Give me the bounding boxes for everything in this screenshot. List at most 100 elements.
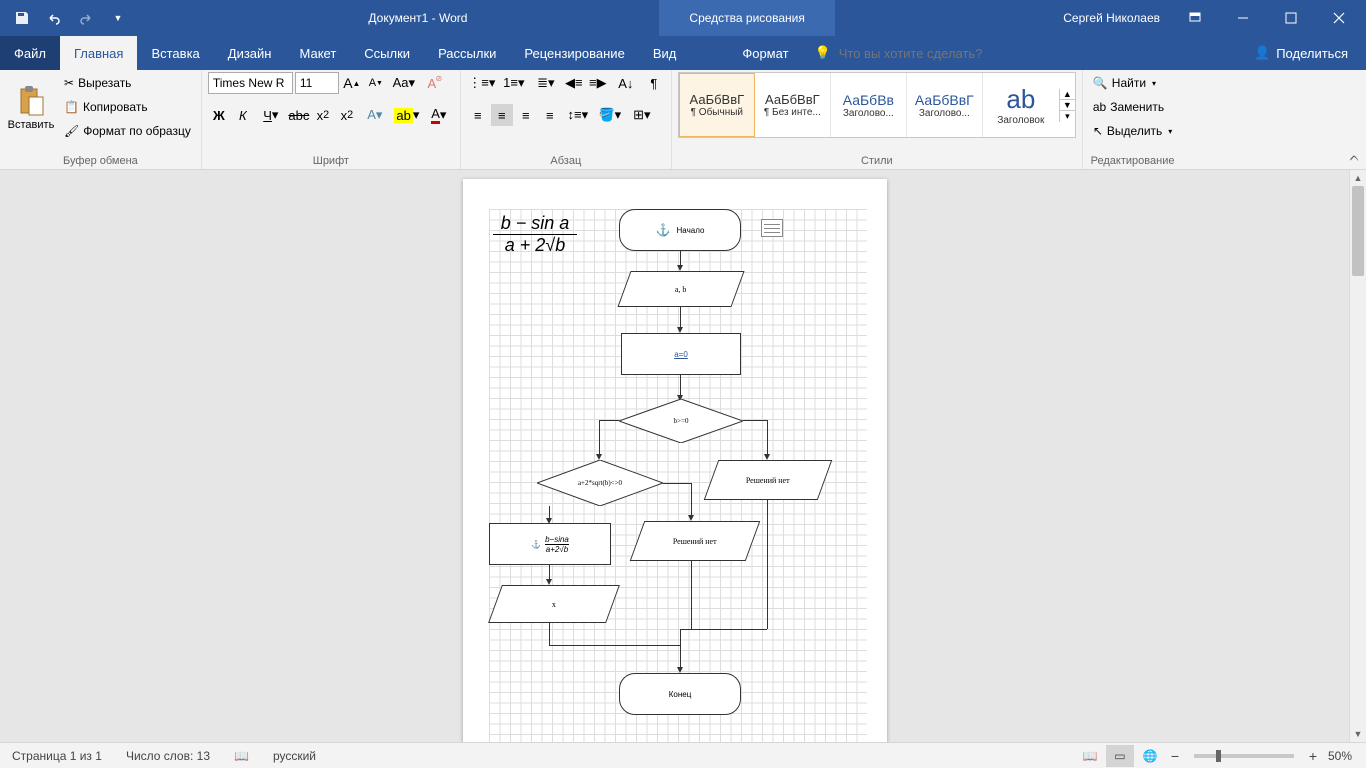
font-name-input[interactable] (208, 72, 293, 94)
align-left-button[interactable]: ≡ (467, 104, 489, 126)
group-font: A▲ A▼ Aa▾ A⊘ Ж К Ч▾ abc x2 x2 A▾ ab▾ A▾ … (202, 70, 461, 169)
ribbon-home: Вставить ✂Вырезать 📋Копировать 🖌Формат п… (0, 70, 1366, 170)
gallery-down[interactable]: ▼ (1060, 100, 1075, 111)
zoom-in-button[interactable]: + (1304, 748, 1322, 764)
collapse-ribbon-button[interactable]: ᨈ (1350, 150, 1360, 165)
line-spacing-button[interactable]: ↕≡▾ (563, 104, 593, 126)
increase-indent-button[interactable]: ≡▶ (587, 72, 609, 94)
borders-button[interactable]: ⊞▾ (627, 104, 657, 126)
spellcheck-button[interactable]: 📖 (222, 749, 261, 763)
font-color-button[interactable]: A▾ (424, 104, 454, 126)
tab-review[interactable]: Рецензирование (510, 36, 638, 70)
show-marks-button[interactable]: ¶ (643, 72, 665, 94)
strikethrough-button[interactable]: abc (288, 104, 310, 126)
clear-formatting-button[interactable]: A⊘ (421, 72, 443, 94)
scroll-down-button[interactable]: ▼ (1350, 726, 1366, 742)
shape-end[interactable]: Конец (619, 673, 741, 715)
shape-no-solution-right[interactable]: Решений нет (711, 460, 825, 500)
connector (680, 375, 681, 397)
undo-button[interactable] (40, 4, 68, 32)
vertical-scrollbar[interactable]: ▲ ▼ (1349, 170, 1366, 742)
tab-layout[interactable]: Макет (285, 36, 350, 70)
tell-me-input[interactable] (839, 46, 1099, 61)
shape-formula[interactable]: ⚓ b−sina a+2√b (489, 523, 611, 565)
zoom-level[interactable]: 50% (1324, 749, 1356, 763)
shape-input-ab[interactable]: a, b (624, 271, 738, 307)
shape-decision-b[interactable]: b>=0 (619, 399, 743, 443)
ribbon-display-options-button[interactable] (1172, 0, 1218, 36)
shape-output-x[interactable]: x (495, 585, 613, 623)
word-count[interactable]: Число слов: 13 (114, 749, 222, 763)
tab-home[interactable]: Главная (60, 36, 137, 70)
tab-mailings[interactable]: Рассылки (424, 36, 510, 70)
shape-process[interactable]: a=0 (621, 333, 741, 375)
style-no-spacing[interactable]: АаБбВвГ¶ Без инте... (755, 73, 831, 137)
bold-button[interactable]: Ж (208, 104, 230, 126)
tab-design[interactable]: Дизайн (214, 36, 286, 70)
change-case-button[interactable]: Aa▾ (389, 72, 419, 94)
scroll-up-button[interactable]: ▲ (1350, 170, 1366, 186)
print-layout-button[interactable]: ▭ (1106, 745, 1134, 767)
tab-view[interactable]: Вид (639, 36, 691, 70)
zoom-thumb[interactable] (1216, 750, 1221, 762)
bullets-button[interactable]: ⋮≡▾ (467, 72, 497, 94)
cut-button[interactable]: ✂Вырезать (60, 72, 195, 94)
superscript-button[interactable]: x2 (336, 104, 358, 126)
italic-button[interactable]: К (232, 104, 254, 126)
shape-start[interactable]: ⚓ Начало (619, 209, 741, 251)
ribbon-tabs: Файл Главная Вставка Дизайн Макет Ссылки… (0, 36, 1366, 70)
shading-button[interactable]: 🪣▾ (595, 104, 625, 126)
layout-options-icon[interactable] (761, 219, 783, 237)
language-button[interactable]: русский (261, 749, 328, 763)
align-right-button[interactable]: ≡ (515, 104, 537, 126)
subscript-button[interactable]: x2 (312, 104, 334, 126)
redo-button[interactable] (72, 4, 100, 32)
find-button[interactable]: 🔍Найти▾ (1089, 72, 1176, 94)
connector (691, 561, 692, 629)
close-button[interactable] (1316, 0, 1362, 36)
shape-decision-denom[interactable]: a+2*sqrt(b)<>0 (537, 460, 663, 506)
maximize-button[interactable] (1268, 0, 1314, 36)
font-size-input[interactable] (295, 72, 339, 94)
tab-format[interactable]: Формат (728, 36, 802, 70)
qat-customize-button[interactable]: ▼ (104, 4, 132, 32)
tab-insert[interactable]: Вставка (137, 36, 213, 70)
minimize-button[interactable] (1220, 0, 1266, 36)
tab-references[interactable]: Ссылки (350, 36, 424, 70)
scroll-thumb[interactable] (1352, 186, 1364, 276)
user-name[interactable]: Сергей Николаев (1053, 11, 1170, 25)
share-button[interactable]: 👤 Поделиться (1236, 36, 1366, 70)
save-button[interactable] (8, 4, 36, 32)
shrink-font-button[interactable]: A▼ (365, 72, 387, 94)
tab-file[interactable]: Файл (0, 36, 60, 70)
web-layout-button[interactable]: 🌐 (1136, 745, 1164, 767)
underline-button[interactable]: Ч▾ (256, 104, 286, 126)
sort-button[interactable]: A↓ (611, 72, 641, 94)
page[interactable]: b − sin a a + 2√b ⚓ Начало a, b a=0 (463, 179, 887, 742)
style-heading2[interactable]: АаБбВвГЗаголово... (907, 73, 983, 137)
decrease-indent-button[interactable]: ◀≡ (563, 72, 585, 94)
gallery-up[interactable]: ▲ (1060, 89, 1075, 100)
paste-button[interactable]: Вставить (6, 72, 56, 144)
copy-button[interactable]: 📋Копировать (60, 96, 195, 118)
style-title[interactable]: аbЗаголовок (983, 73, 1059, 137)
zoom-out-button[interactable]: − (1166, 748, 1184, 764)
select-button[interactable]: ↖Выделить▾ (1089, 120, 1176, 142)
page-number[interactable]: Страница 1 из 1 (0, 749, 114, 763)
format-painter-button[interactable]: 🖌Формат по образцу (60, 120, 195, 142)
formula-display[interactable]: b − sin a a + 2√b (493, 213, 577, 256)
read-mode-button[interactable]: 📖 (1076, 745, 1104, 767)
zoom-slider[interactable] (1194, 754, 1294, 758)
numbering-button[interactable]: 1≡▾ (499, 72, 529, 94)
align-center-button[interactable]: ≡ (491, 104, 513, 126)
style-heading1[interactable]: АаБбВвЗаголово... (831, 73, 907, 137)
multilevel-button[interactable]: ≣▾ (531, 72, 561, 94)
shape-no-solution-center[interactable]: Решений нет (637, 521, 753, 561)
gallery-more[interactable]: ▾ (1060, 111, 1075, 122)
highlight-button[interactable]: ab▾ (392, 104, 422, 126)
grow-font-button[interactable]: A▲ (341, 72, 363, 94)
justify-button[interactable]: ≡ (539, 104, 561, 126)
style-normal[interactable]: АаБбВвГ¶ Обычный (679, 73, 755, 137)
replace-button[interactable]: abЗаменить (1089, 96, 1176, 118)
text-effects-button[interactable]: A▾ (360, 104, 390, 126)
